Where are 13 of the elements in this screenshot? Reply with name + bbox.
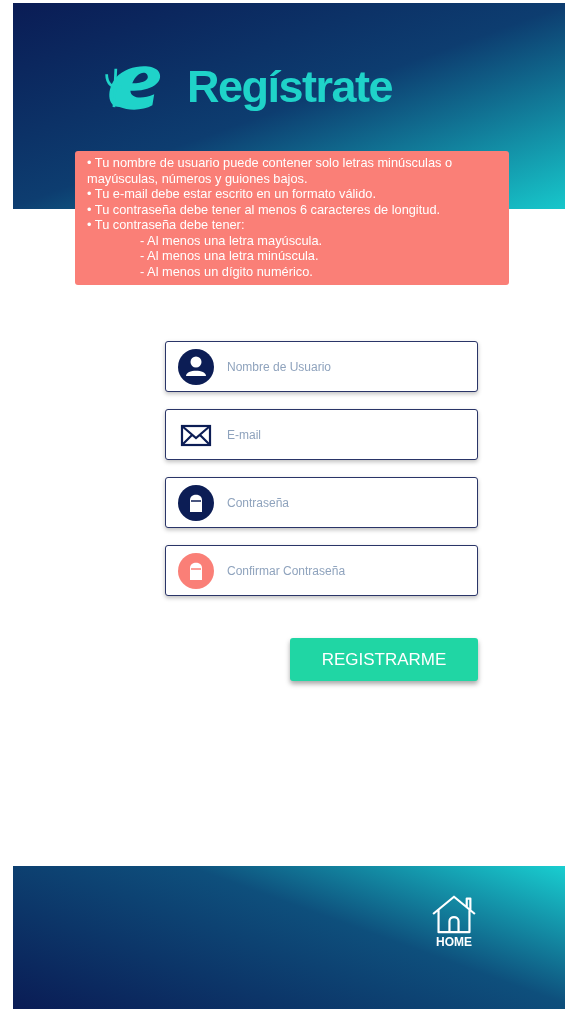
requirement-text: - Al menos una letra mayúscula. [139, 232, 324, 248]
requirement-text: • Tu nombre de usuario puede contener solo letras minúsculas o mayúsculas, números y guiones bajos. [87, 155, 454, 186]
requirement-text: • Tu contraseña debe tener al menos 6 caracteres de longitud. [87, 201, 442, 217]
input-field[interactable]: Nombre de Usuario [165, 341, 478, 392]
requirement-text: - Al menos una letra minúscula. [139, 248, 320, 264]
home-button[interactable]: HOME [429, 894, 479, 949]
requirement-text: • Tu contraseña debe tener: [87, 217, 246, 233]
page-title: Regístrate [187, 61, 393, 113]
requirement-text: • Tu e-mail debe estar escrito en un formato válido. [87, 186, 377, 202]
input-field[interactable]: Confirmar Contraseña [165, 545, 478, 596]
input-field[interactable]: E-mail [165, 409, 478, 460]
requirement-text: - Al menos un dígito numérico. [139, 263, 314, 279]
input-field[interactable]: Contraseña [165, 477, 478, 528]
